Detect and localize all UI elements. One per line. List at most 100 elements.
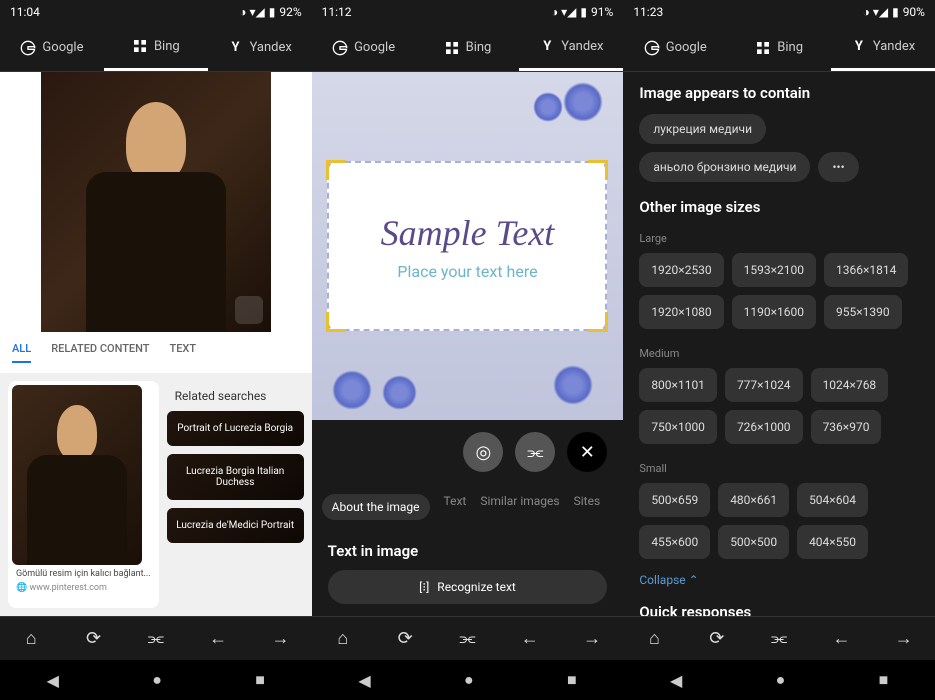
sample-title: Sample Text (381, 212, 555, 254)
size-chip[interactable]: 800×1101 (639, 368, 717, 402)
status-right: ◑ ▾◢ ▮ 91% (551, 5, 613, 19)
result-card[interactable]: Gömülü resim için kalıcı bağlant... 🌐 ww… (8, 381, 159, 608)
status-bar: 11:12 ◑ ▾◢ ▮ 91% (312, 0, 624, 24)
battery-pct: 92% (279, 5, 301, 19)
tab-google[interactable]: Google (312, 24, 416, 71)
recognize-text-button[interactable]: [⁝] Recognize text (328, 570, 608, 604)
nav-recent-icon[interactable]: ■ (879, 670, 889, 690)
main-image[interactable] (41, 72, 271, 332)
size-chip[interactable]: 1920×2530 (639, 253, 723, 287)
crop-corner-icon[interactable] (326, 312, 346, 332)
back-icon[interactable]: ← (821, 628, 861, 649)
result-source: 🌐 www.pinterest.com (12, 583, 155, 597)
subtab-text[interactable]: TEXT (170, 342, 197, 363)
tab-label: Google (354, 40, 395, 55)
contains-chip[interactable]: аньоло бронзино медичи (639, 152, 810, 182)
size-chip[interactable]: 500×659 (639, 483, 710, 517)
nav-home-icon[interactable]: ● (464, 670, 474, 690)
crop-corner-icon[interactable] (326, 160, 346, 180)
related-chip[interactable]: Portrait of Lucrezia Borgia (167, 411, 304, 446)
nav-home-icon[interactable]: ● (776, 670, 786, 690)
size-chip[interactable]: 1593×2100 (732, 253, 816, 287)
size-chip[interactable]: 455×600 (639, 525, 710, 559)
size-chip[interactable]: 480×661 (718, 483, 789, 517)
forward-icon[interactable]: → (260, 628, 300, 649)
result-image (12, 385, 142, 565)
size-group-medium: 800×1101 777×1024 1024×768 750×1000 726×… (639, 368, 919, 444)
nav-home-icon[interactable]: ● (152, 670, 162, 690)
related-chip[interactable]: Lucrezia Borgia Italian Duchess (167, 454, 304, 500)
size-chip[interactable]: 1920×1080 (639, 295, 723, 329)
forward-icon[interactable]: → (572, 628, 612, 649)
search-engine-tabs: Google Bing Y Yandex (623, 24, 935, 72)
wifi-icon: ◑ ▾◢ (863, 5, 888, 19)
battery-icon: ▮ (580, 5, 587, 19)
tab-bing[interactable]: Bing (416, 24, 520, 71)
size-chip[interactable]: 1366×1814 (824, 253, 908, 287)
crop-corner-icon[interactable] (588, 312, 608, 332)
status-time: 11:23 (633, 5, 663, 19)
size-chip[interactable]: 1024×768 (811, 368, 889, 402)
tab-google[interactable]: Google (623, 24, 727, 71)
back-icon[interactable]: ← (198, 628, 238, 649)
reload-icon[interactable]: ⟳ (73, 628, 113, 649)
size-chip[interactable]: 500×500 (718, 525, 789, 559)
related-searches-title: Related searches (167, 381, 304, 411)
back-icon[interactable]: ← (510, 628, 550, 649)
tab-google[interactable]: Google (0, 24, 104, 71)
contains-chip[interactable]: лукреция медичи (639, 114, 766, 144)
lens-button[interactable]: ◎ (463, 432, 503, 472)
reload-icon[interactable]: ⟳ (697, 628, 737, 649)
search-engine-tabs: Google Bing Y Yandex (312, 24, 624, 72)
size-chip[interactable]: 777×1024 (725, 368, 803, 402)
cat-tab-sites[interactable]: Sites (574, 494, 601, 520)
tab-yandex[interactable]: Y Yandex (519, 24, 623, 71)
nav-back-icon[interactable]: ◀ (47, 671, 59, 690)
size-chip[interactable]: 1190×1600 (732, 295, 816, 329)
nav-back-icon[interactable]: ◀ (358, 671, 370, 690)
size-chip[interactable]: 726×1000 (725, 410, 803, 444)
subtab-all[interactable]: ALL (12, 342, 31, 363)
forward-icon[interactable]: → (884, 628, 924, 649)
crop-corner-icon[interactable] (588, 160, 608, 180)
collapse-link[interactable]: Collapse ⌃ (639, 573, 919, 587)
status-time: 11:04 (10, 5, 40, 19)
tab-label: Bing (777, 40, 803, 55)
cat-tab-similar[interactable]: Similar images (480, 494, 559, 520)
tab-bing[interactable]: Bing (727, 24, 831, 71)
size-chip[interactable]: 750×1000 (639, 410, 717, 444)
cat-tab-text[interactable]: Text (444, 494, 467, 520)
contains-chips: лукреция медичи аньоло бронзино медичи •… (639, 114, 919, 182)
more-chip[interactable]: ••• (818, 152, 858, 182)
nav-back-icon[interactable]: ◀ (670, 671, 682, 690)
home-icon[interactable]: ⌂ (11, 628, 51, 649)
home-icon[interactable]: ⌂ (323, 628, 363, 649)
tab-yandex[interactable]: Y Yandex (208, 24, 312, 71)
quick-responses-title: Quick responses (639, 603, 919, 616)
reload-icon[interactable]: ⟳ (385, 628, 425, 649)
related-chip[interactable]: Lucrezia de'Medici Portrait (167, 508, 304, 543)
battery-icon: ▮ (269, 5, 276, 19)
share-icon[interactable]: ⫘ (136, 628, 176, 649)
yandex-icon: Y (539, 38, 555, 54)
tab-yandex[interactable]: Y Yandex (831, 24, 935, 71)
cat-tab-about[interactable]: About the image (322, 494, 430, 520)
size-chip[interactable]: 736×970 (811, 410, 882, 444)
close-button[interactable]: ✕ (567, 432, 607, 472)
text-in-image-title: Text in image (328, 542, 608, 560)
panel-yandex-sizes: 11:23 ◑ ▾◢ ▮ 90% Google Bing Y Yandex Im… (623, 0, 935, 700)
size-group-label: Medium (639, 347, 919, 360)
nav-recent-icon[interactable]: ■ (255, 670, 265, 690)
share-button[interactable]: ⫘ (515, 432, 555, 472)
size-chip[interactable]: 404×550 (797, 525, 868, 559)
system-nav: ◀ ● ■ (0, 660, 312, 700)
tab-bing[interactable]: Bing (104, 24, 208, 71)
share-icon[interactable]: ⫘ (759, 628, 799, 649)
size-chip[interactable]: 955×1390 (824, 295, 902, 329)
google-icon (20, 40, 36, 56)
share-icon[interactable]: ⫘ (447, 628, 487, 649)
nav-recent-icon[interactable]: ■ (567, 670, 577, 690)
subtab-related[interactable]: RELATED CONTENT (51, 342, 149, 363)
size-chip[interactable]: 504×604 (797, 483, 868, 517)
home-icon[interactable]: ⌂ (634, 628, 674, 649)
